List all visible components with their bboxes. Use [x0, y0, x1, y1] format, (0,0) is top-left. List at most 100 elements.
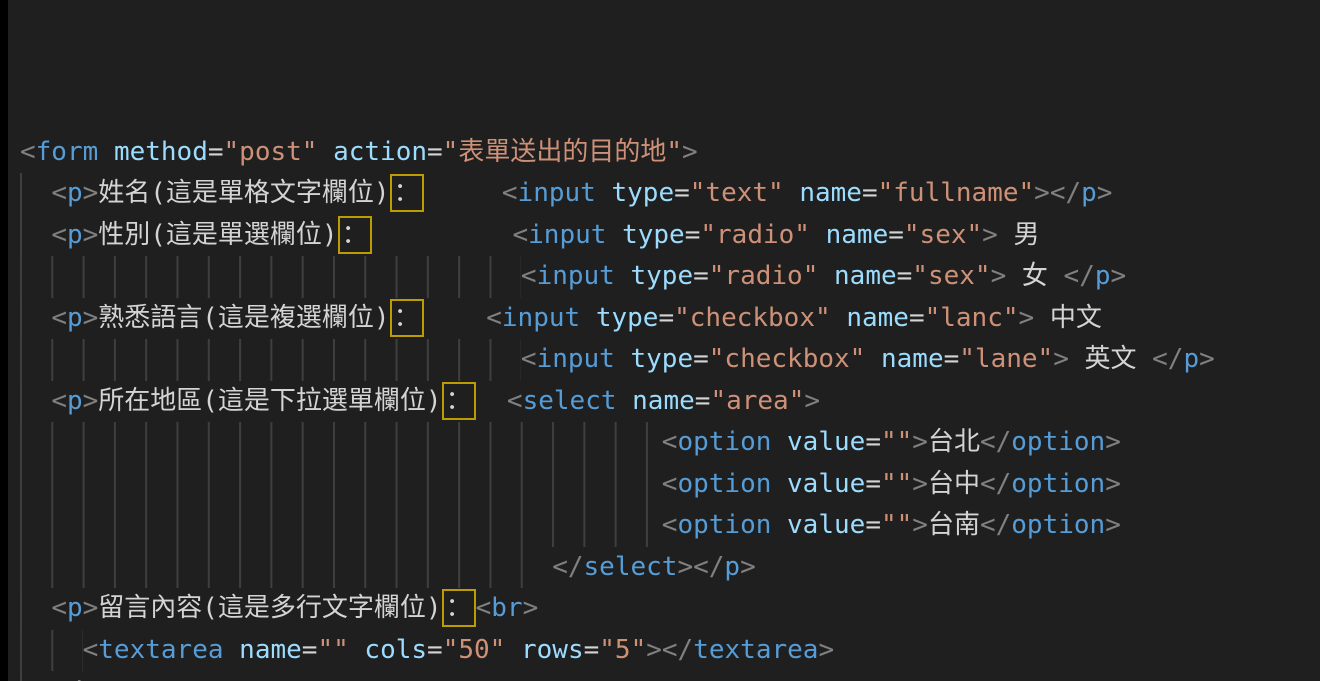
- attribute-token: method: [114, 137, 208, 167]
- string-token: "area": [710, 386, 804, 416]
- code-line[interactable]: </p>: [20, 671, 1320, 681]
- tag-token: textarea: [98, 635, 223, 665]
- punctuation-token: >: [982, 220, 998, 250]
- punctuation-token: >: [83, 303, 99, 333]
- tag-token: p: [1081, 178, 1097, 208]
- code-line[interactable]: <option value="">台中</option>: [20, 464, 1320, 506]
- tag-token: p: [724, 552, 740, 582]
- indent-guides: [20, 671, 51, 681]
- tag-token: p: [67, 386, 83, 416]
- tag-token: option: [677, 510, 771, 540]
- punctuation-token: >: [818, 635, 834, 665]
- punctuation-token: >: [1111, 261, 1127, 291]
- text-token: 留言內容(這是多行文字欄位): [98, 593, 441, 623]
- tag-token: p: [1183, 344, 1199, 374]
- tag-token: input: [537, 261, 615, 291]
- space-token: [771, 427, 787, 457]
- text-token: 男: [998, 220, 1040, 250]
- punctuation-token: <: [662, 510, 678, 540]
- attribute-token: type: [631, 261, 694, 291]
- punctuation-token: <: [51, 220, 67, 250]
- code-line[interactable]: <p>姓名(這是單格文字欄位)： <input type="text" name…: [20, 173, 1320, 215]
- operator-token: =: [427, 137, 443, 167]
- space-token: [424, 178, 502, 208]
- attribute-token: action: [333, 137, 427, 167]
- code-line[interactable]: <p>留言內容(這是多行文字欄位)：<br>: [20, 588, 1320, 630]
- operator-token: =: [888, 220, 904, 250]
- operator-token: =: [208, 137, 224, 167]
- code-line[interactable]: <p>熟悉語言(這是複選欄位)： <input type="checkbox" …: [20, 298, 1320, 340]
- punctuation-token: >: [912, 510, 928, 540]
- space-token: [865, 344, 881, 374]
- space-token: [784, 178, 800, 208]
- indent-guides: [20, 381, 51, 423]
- tag-token: option: [677, 469, 771, 499]
- operator-token: =: [302, 635, 318, 665]
- string-token: "fullname": [878, 178, 1035, 208]
- code-line[interactable]: <input type="checkbox" name="lane"> 英文 <…: [20, 339, 1320, 381]
- attribute-token: name: [881, 344, 944, 374]
- string-token: "text": [690, 178, 784, 208]
- indent-guides: [20, 630, 83, 672]
- space-token: [505, 635, 521, 665]
- space-token: [224, 635, 240, 665]
- attribute-token: name: [799, 178, 862, 208]
- space-token: [349, 635, 365, 665]
- code-editor[interactable]: <form method="post" action="表單送出的目的地"> <…: [0, 0, 1320, 681]
- punctuation-token: </: [693, 552, 724, 582]
- tag-token: p: [67, 303, 83, 333]
- punctuation-token: </: [552, 552, 583, 582]
- text-token: 女: [1006, 261, 1063, 291]
- operator-token: =: [862, 178, 878, 208]
- punctuation-token: </: [980, 427, 1011, 457]
- code-line[interactable]: <p>所在地區(這是下拉選單欄位)： <select name="area">: [20, 381, 1320, 423]
- punctuation-token: >: [740, 552, 756, 582]
- punctuation-token: >: [682, 137, 698, 167]
- code-line[interactable]: <textarea name="" cols="50" rows="5"></t…: [20, 630, 1320, 672]
- tag-token: input: [528, 220, 606, 250]
- space-token: [596, 178, 612, 208]
- code-line[interactable]: <option value="">台南</option>: [20, 505, 1320, 547]
- attribute-token: name: [826, 220, 889, 250]
- punctuation-token: <: [51, 303, 67, 333]
- punctuation-token: <: [521, 344, 537, 374]
- indent-guides: [20, 588, 51, 630]
- code-line[interactable]: <form method="post" action="表單送出的目的地">: [20, 132, 1320, 174]
- punctuation-token: >: [1105, 510, 1121, 540]
- punctuation-token: <: [521, 261, 537, 291]
- operator-token: =: [693, 261, 709, 291]
- tag-token: input: [537, 344, 615, 374]
- highlighted-colon: ：: [446, 386, 472, 416]
- operator-token: =: [695, 386, 711, 416]
- attribute-token: type: [622, 220, 685, 250]
- string-token: "sex": [912, 261, 990, 291]
- punctuation-token: <: [662, 469, 678, 499]
- punctuation-token: >: [83, 220, 99, 250]
- code-line[interactable]: <option value="">台北</option>: [20, 422, 1320, 464]
- punctuation-token: >: [1097, 178, 1113, 208]
- tag-token: br: [491, 593, 522, 623]
- operator-token: =: [865, 469, 881, 499]
- tag-token: input: [518, 178, 596, 208]
- string-token: "": [881, 427, 912, 457]
- string-token: "lane": [959, 344, 1053, 374]
- punctuation-token: </: [1050, 178, 1081, 208]
- punctuation-token: >: [1199, 344, 1215, 374]
- punctuation-token: >: [1105, 427, 1121, 457]
- punctuation-token: >: [1034, 178, 1050, 208]
- text-token: 台中: [928, 469, 980, 499]
- tag-token: p: [67, 593, 83, 623]
- indent-guides: [20, 422, 662, 464]
- code-line[interactable]: <p>性別(這是單選欄位)： <input type="radio" name=…: [20, 215, 1320, 257]
- editor-left-edge: [0, 0, 8, 681]
- attribute-token: name: [632, 386, 695, 416]
- text-token: 台北: [928, 427, 980, 457]
- punctuation-token: >: [98, 676, 114, 681]
- code-line[interactable]: <input type="radio" name="sex"> 女 </p>: [20, 256, 1320, 298]
- punctuation-token: <: [20, 137, 36, 167]
- code-line[interactable]: </select></p>: [20, 547, 1320, 589]
- punctuation-token: >: [83, 386, 99, 416]
- string-token: "lanc": [925, 303, 1019, 333]
- text-token: 熟悉語言(這是複選欄位): [98, 303, 389, 333]
- string-token: "radio": [709, 261, 819, 291]
